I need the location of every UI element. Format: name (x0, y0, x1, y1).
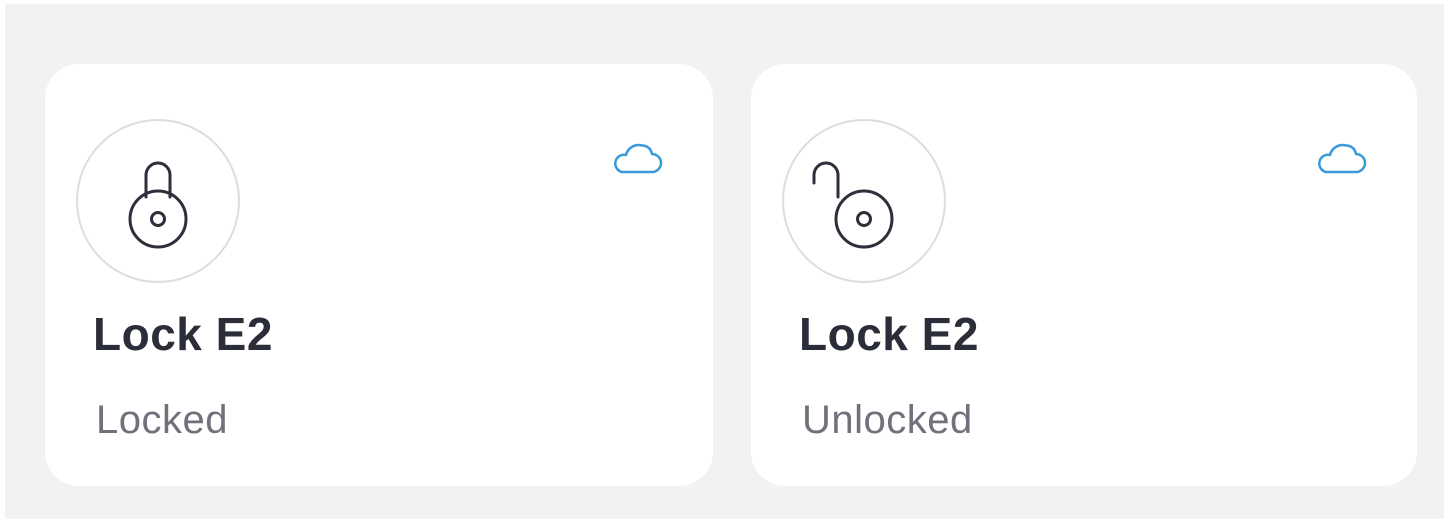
cloud-icon (1318, 143, 1367, 174)
device-status: Locked (96, 398, 228, 442)
lock-status-indicator[interactable] (76, 119, 240, 283)
device-card-locked[interactable]: Lock E2 Locked (45, 64, 713, 486)
device-name: Lock E2 (93, 308, 273, 360)
device-panel: Lock E2 Locked Lock E2 Unlocked (5, 4, 1444, 519)
padlock-closed-icon (128, 161, 188, 249)
lock-status-indicator[interactable] (782, 119, 946, 283)
device-card-unlocked[interactable]: Lock E2 Unlocked (751, 64, 1417, 486)
device-status: Unlocked (802, 398, 973, 442)
device-name: Lock E2 (799, 308, 979, 360)
padlock-open-icon (812, 161, 894, 249)
cloud-icon (614, 143, 663, 174)
